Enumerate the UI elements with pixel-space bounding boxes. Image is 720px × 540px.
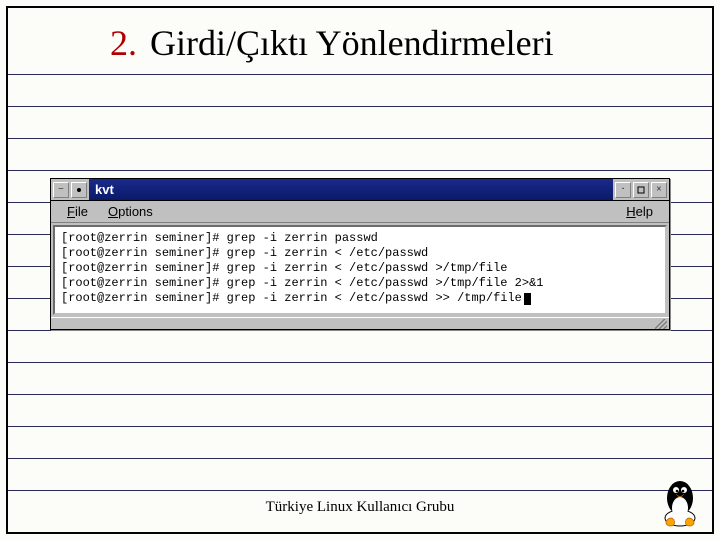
- window-bottombar: [51, 317, 669, 329]
- terminal-line: [root@zerrin seminer]# grep -i zerrin < …: [61, 246, 659, 261]
- title-text: Girdi/Çıktı Yönlendirmeleri: [150, 22, 554, 64]
- menu-file[interactable]: File: [57, 202, 98, 221]
- resize-grip[interactable]: [655, 319, 667, 329]
- close-button[interactable]: ×: [651, 182, 667, 198]
- terminal-line: [root@zerrin seminer]# grep -i zerrin pa…: [61, 231, 659, 246]
- footer-text: Türkiye Linux Kullanıcı Grubu: [0, 499, 720, 516]
- terminal-line: [root@zerrin seminer]# grep -i zerrin < …: [61, 291, 659, 306]
- minimize-button[interactable]: ·: [615, 182, 631, 198]
- tux-icon: [658, 476, 702, 528]
- titlebar-right-controls: · ×: [613, 179, 669, 200]
- menu-options[interactable]: Options: [98, 202, 163, 221]
- window-title: kvt: [89, 182, 613, 197]
- title-number: 2.: [110, 22, 137, 64]
- window-menu-button[interactable]: −: [53, 182, 69, 198]
- window-sticky-button[interactable]: [71, 182, 87, 198]
- menu-help[interactable]: Help: [616, 202, 663, 221]
- titlebar-left-controls: −: [51, 179, 89, 200]
- window-titlebar[interactable]: − kvt · ×: [51, 179, 669, 201]
- terminal-cursor: [524, 293, 531, 305]
- terminal-viewport[interactable]: [root@zerrin seminer]# grep -i zerrin pa…: [53, 225, 667, 315]
- terminal-line: [root@zerrin seminer]# grep -i zerrin < …: [61, 276, 659, 291]
- terminal-line: [root@zerrin seminer]# grep -i zerrin < …: [61, 261, 659, 276]
- terminal-window: − kvt · × File Options Help [root@zerrin…: [50, 178, 670, 330]
- maximize-button[interactable]: [633, 182, 649, 198]
- menubar: File Options Help: [51, 201, 669, 223]
